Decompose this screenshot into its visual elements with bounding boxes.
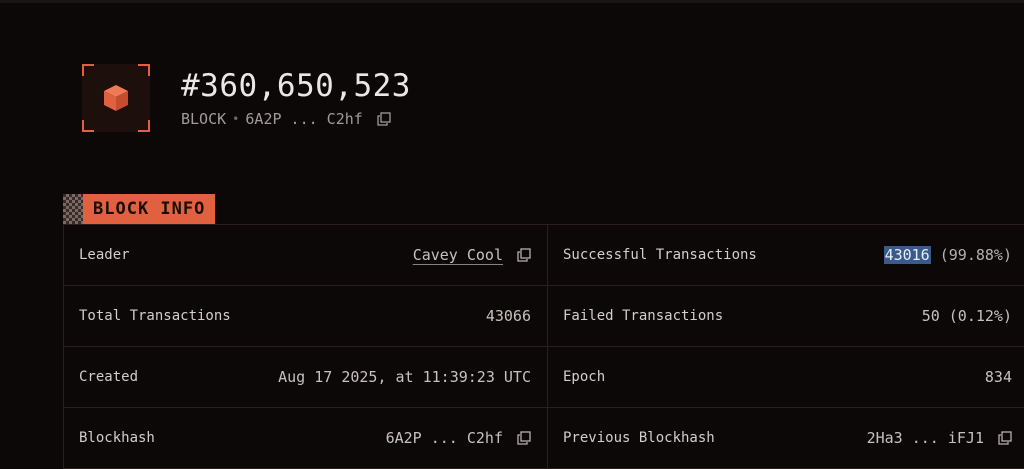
row-blockhash: Blockhash 6A2P ... C2hf (63, 408, 547, 469)
row-total-transactions: Total Transactions 43066 (63, 286, 547, 347)
failed-value: 50 (0.12%) (921, 307, 1012, 325)
successful-value: 43016 (99.88%) (883, 246, 1012, 264)
previous-value: 2Ha3 ... iFJ1 (867, 429, 1012, 447)
previous-text: 2Ha3 ... iFJ1 (866, 429, 984, 447)
successful-label: Successful Transactions (563, 247, 757, 263)
row-previous-blockhash: Previous Blockhash 2Ha3 ... iFJ1 (547, 408, 1024, 469)
block-number: #360,650,523 (181, 68, 411, 104)
previous-label: Previous Blockhash (563, 430, 715, 446)
created-value: Aug 17 2025, at 11:39:23 UTC (278, 368, 531, 386)
blockhash-text: 6A2P ... C2hf (385, 429, 503, 447)
row-failed-transactions: Failed Transactions 50 (0.12%) (547, 286, 1024, 347)
failed-label: Failed Transactions (563, 308, 724, 324)
copy-icon[interactable] (517, 431, 531, 445)
block-info-tab: BLOCK INFO (63, 194, 216, 224)
block-info-table: Leader Cavey Cool Successful Transaction… (63, 224, 1024, 469)
frame-corner-bottom-right (138, 120, 150, 132)
created-label: Created (79, 369, 139, 385)
block-kind-label: BLOCK (181, 110, 227, 128)
total-label: Total Transactions (79, 308, 231, 324)
row-leader: Leader Cavey Cool (63, 225, 547, 286)
successful-percent: (99.88%) (939, 246, 1012, 264)
frame-corner-top-right (138, 64, 150, 76)
block-icon-frame (82, 64, 150, 132)
blockhash-value: 6A2P ... C2hf (386, 429, 531, 447)
block-subtitle: BLOCK • 6A2P ... C2hf (181, 110, 411, 128)
top-divider (0, 0, 1024, 3)
block-title-group: #360,650,523 BLOCK • 6A2P ... C2hf (181, 68, 411, 128)
copy-icon[interactable] (377, 112, 391, 126)
epoch-value: 834 (984, 368, 1012, 386)
total-value: 43066 (485, 307, 531, 325)
separator-dot: • (232, 112, 240, 126)
leader-label: Leader (79, 247, 130, 263)
block-header: #360,650,523 BLOCK • 6A2P ... C2hf (82, 63, 411, 133)
row-created: Created Aug 17 2025, at 11:39:23 UTC (63, 347, 547, 408)
successful-count: 43016 (883, 246, 931, 264)
epoch-label: Epoch (563, 369, 606, 385)
blockhash-label: Blockhash (79, 430, 155, 446)
frame-corner-bottom-left (82, 120, 94, 132)
cube-icon (104, 85, 128, 111)
leader-value: Cavey Cool (413, 246, 531, 264)
row-epoch: Epoch 834 (547, 347, 1024, 408)
copy-icon[interactable] (517, 248, 531, 262)
row-successful-transactions: Successful Transactions 43016 (99.88%) (547, 225, 1024, 286)
frame-corner-top-left (82, 64, 94, 76)
checker-pattern (63, 194, 83, 224)
leader-link[interactable]: Cavey Cool (413, 246, 503, 264)
section-title: BLOCK INFO (83, 194, 216, 224)
copy-icon[interactable] (998, 431, 1012, 445)
block-hash-short: 6A2P ... C2hf (245, 110, 363, 128)
